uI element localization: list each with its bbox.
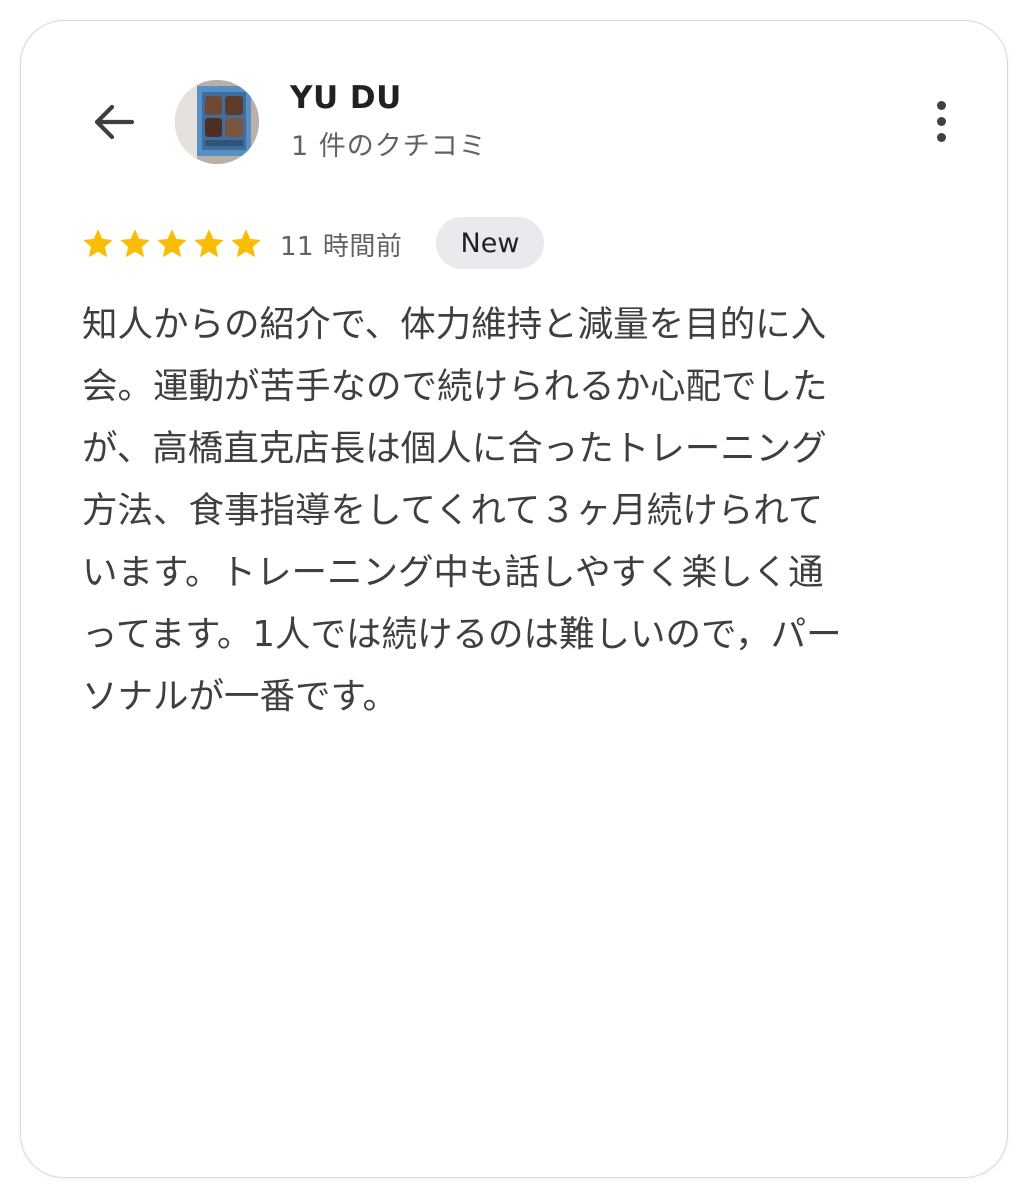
review-time: 11 時間前 — [280, 232, 403, 262]
star-icon — [120, 229, 150, 258]
more-options-button[interactable] — [916, 96, 966, 146]
more-vert-icon-dot — [936, 116, 946, 126]
avatar-photo — [175, 80, 259, 164]
arrow-left-icon — [94, 104, 135, 140]
review-text: 知人からの紹介で、体力維持と減量を目的に入 会。運動が苦手なので続けられるか心配… — [82, 304, 842, 717]
back-button[interactable] — [84, 92, 144, 152]
more-vert-icon — [936, 100, 946, 110]
more-vert-icon-dot — [936, 132, 946, 142]
avatar[interactable] — [175, 80, 259, 164]
star-rating — [80, 226, 264, 262]
star-icon — [83, 229, 113, 258]
user-name[interactable]: YU DU — [290, 80, 402, 116]
star-icon — [231, 229, 261, 258]
star-icon — [194, 229, 224, 258]
new-badge: New — [436, 217, 544, 269]
star-icon — [157, 229, 187, 258]
review-count: 1 件のクチコミ — [291, 131, 487, 162]
